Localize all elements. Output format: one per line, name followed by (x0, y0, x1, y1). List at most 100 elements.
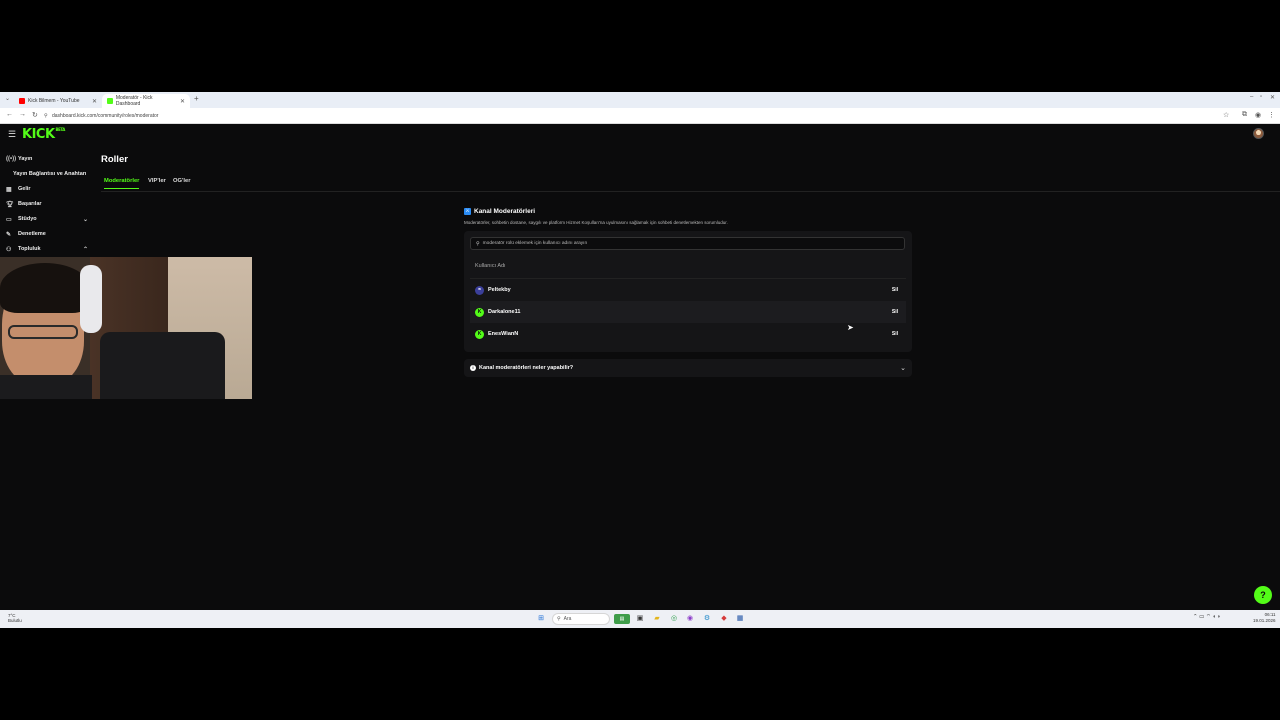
chevron-down-icon[interactable]: ⌄ (83, 216, 88, 223)
page-title: Roller (101, 154, 128, 165)
browser-tab-kick[interactable]: Moderatör - Kick Dashboard ✕ (102, 94, 190, 108)
taskbar-clock[interactable]: 06:11 19.01.2026 (1253, 612, 1276, 624)
webcam-headset (80, 265, 102, 333)
sidebar-item-stream-key[interactable]: Yayın Bağlantısı ve Anahtarı (0, 167, 94, 181)
sidebar-item-label: Denetleme (18, 231, 46, 237)
logo-beta-badge: BETA (55, 127, 66, 132)
sidebar-item-label: Gelir (18, 186, 31, 192)
tab-moderators[interactable]: Moderatörler (104, 178, 140, 189)
webcam-overlay (0, 257, 252, 399)
moderators-card: ⚲ moderatör rolü eklemek için kullanıcı … (464, 231, 912, 352)
address-bar: ← → ↻ ⚲ dashboard.kick.com/community/rol… (0, 108, 1280, 124)
clock-date: 19.01.2026 (1253, 618, 1276, 623)
store-icon[interactable]: ▦ (735, 614, 745, 624)
sidebar-item-gelir[interactable]: ▦ Gelir (0, 182, 94, 196)
hamburger-menu-icon[interactable]: ☰ (8, 129, 16, 140)
user-avatar[interactable] (1253, 128, 1264, 139)
broadcast-icon: ((•)) (6, 156, 17, 162)
forward-icon[interactable]: → (19, 111, 26, 118)
delete-button[interactable]: Sil (892, 331, 898, 337)
revenue-icon: ▦ (6, 186, 12, 193)
browser-tab-bar: ⌄ Kick Bilmem - YouTube ✕ Moderatör - Ki… (0, 92, 1280, 108)
moderator-search-input[interactable]: ⚲ moderatör rolü eklemek için kullanıcı … (470, 237, 905, 250)
close-tab-icon[interactable]: ✕ (92, 98, 97, 105)
faq-question: Kanal moderatörleri neler yapabilir? (479, 365, 574, 371)
avatar: K (475, 329, 484, 339)
url-input[interactable]: dashboard.kick.com/community/roles/moder… (52, 111, 1212, 121)
extensions-icon[interactable]: ⧉ (1242, 111, 1247, 119)
widgets-icon[interactable]: ▤ (614, 614, 630, 624)
browser-tab-youtube[interactable]: Kick Bilmem - YouTube ✕ (14, 94, 102, 108)
tab-title: Kick Bilmem - YouTube (28, 98, 80, 104)
profile-icon[interactable]: ◉ (1255, 111, 1261, 119)
tab-search-icon[interactable]: ⌄ (5, 95, 10, 102)
minimize-icon[interactable]: – (1250, 94, 1253, 100)
moderators-title-row: ⚔ Kanal Moderatörleri (464, 206, 535, 216)
tab-vips[interactable]: VIP'ler (148, 178, 166, 188)
close-window-icon[interactable]: ✕ (1270, 94, 1275, 101)
sidebar-item-yayin[interactable]: ((•)) Yayın (0, 152, 94, 166)
bookmark-star-icon[interactable]: ☆ (1223, 111, 1229, 119)
sidebar-item-label: Yayın (18, 156, 33, 162)
help-chat-button[interactable]: ? (1254, 586, 1272, 604)
chevron-up-icon[interactable]: ⌃ (83, 246, 88, 253)
moderator-row: K EnesWianN Sil (470, 323, 906, 345)
tab-ogs[interactable]: OG'ler (173, 178, 191, 188)
webcam-person-glasses (8, 325, 78, 339)
hammer-icon: ✎ (6, 231, 12, 238)
webcam-person-hair (0, 263, 90, 313)
moderator-row: ʷ Peltekby Sil (470, 279, 906, 301)
chevron-down-icon[interactable]: ⌄ (900, 364, 906, 372)
windows-taskbar: 7°C Bulutlu ⊞ ⚲ Ara ▤ ▣ ▰ ◎ ◉ ⚙ ◆ ▦ ⌃ ▭ … (0, 610, 1280, 628)
system-tray[interactable]: ⌃ ▭ ⌔ ◖ ◗ (1193, 613, 1221, 620)
avatar: K (475, 307, 484, 317)
delete-button[interactable]: Sil (892, 309, 898, 315)
sidebar-item-denetleme[interactable]: ✎ Denetleme (0, 227, 94, 241)
back-icon[interactable]: ← (6, 111, 13, 118)
windows-start-icon[interactable]: ⊞ (536, 614, 546, 624)
settings-gear-icon[interactable]: ⚙ (702, 614, 712, 624)
moderator-name[interactable]: EnesWianN (488, 331, 518, 337)
kick-favicon-icon (107, 98, 113, 104)
maximize-icon[interactable]: ▫ (1260, 94, 1262, 100)
trophy-icon: 🏆︎ (6, 201, 14, 208)
moderator-name[interactable]: Peltekby (488, 287, 511, 293)
sidebar-item-label: Topluluk (18, 246, 41, 252)
moderator-row: K Darkalone11 Sil (470, 301, 906, 323)
task-view-icon[interactable]: ▣ (635, 614, 645, 624)
logo-text: KICK (22, 127, 55, 142)
new-tab-icon[interactable]: + (194, 94, 199, 103)
column-header-username: Kullanıcı Adı (475, 263, 506, 269)
reload-icon[interactable]: ↻ (32, 111, 38, 119)
moderator-name[interactable]: Darkalone11 (488, 309, 520, 315)
taskbar-search-label: Ara (563, 616, 572, 622)
mouse-cursor-icon: ➤ (847, 323, 854, 332)
app-red-icon[interactable]: ◆ (719, 614, 729, 624)
webcam-chair (100, 332, 225, 399)
moderator-badge-icon: ⚔ (464, 207, 471, 215)
sidebar-item-label: Başarılar (18, 201, 42, 207)
taskbar-search[interactable]: ⚲ Ara (552, 613, 610, 625)
close-tab-icon[interactable]: ✕ (180, 98, 185, 105)
moderators-faq-accordion[interactable]: i Kanal moderatörleri neler yapabilir? ⌄ (464, 359, 912, 377)
studio-icon: ▭ (6, 216, 12, 223)
chrome-icon[interactable]: ◎ (669, 614, 679, 624)
webcam-person-shirt (0, 375, 92, 399)
sidebar-item-label: Stüdyo (18, 216, 37, 222)
avatar: ʷ (475, 285, 484, 295)
file-explorer-icon[interactable]: ▰ (652, 614, 662, 624)
site-info-icon[interactable]: ⚲ (44, 113, 48, 119)
weather-widget[interactable]: 7°C Bulutlu (8, 613, 22, 623)
sidebar-item-studyo[interactable]: ▭ Stüdyo ⌄ (0, 212, 94, 226)
delete-button[interactable]: Sil (892, 287, 898, 293)
app-icon[interactable]: ◉ (685, 614, 695, 624)
menu-dots-icon[interactable]: ⋮ (1268, 111, 1275, 119)
search-placeholder: moderatör rolü eklemek için kullanıcı ad… (482, 241, 588, 246)
tab-title: Moderatör - Kick Dashboard (115, 95, 153, 107)
search-icon: ⚲ (476, 240, 480, 247)
sidebar-item-topluluk[interactable]: ⚇ Topluluk ⌃ (0, 242, 94, 256)
kick-dashboard: ☰ KICKBETA ((•)) Yayın Yayın Bağlantısı … (0, 124, 1280, 610)
weather-condition: Bulutlu (8, 618, 22, 623)
sidebar-item-basarilar[interactable]: 🏆︎ Başarılar (0, 197, 94, 211)
kick-logo[interactable]: KICKBETA (22, 127, 65, 142)
